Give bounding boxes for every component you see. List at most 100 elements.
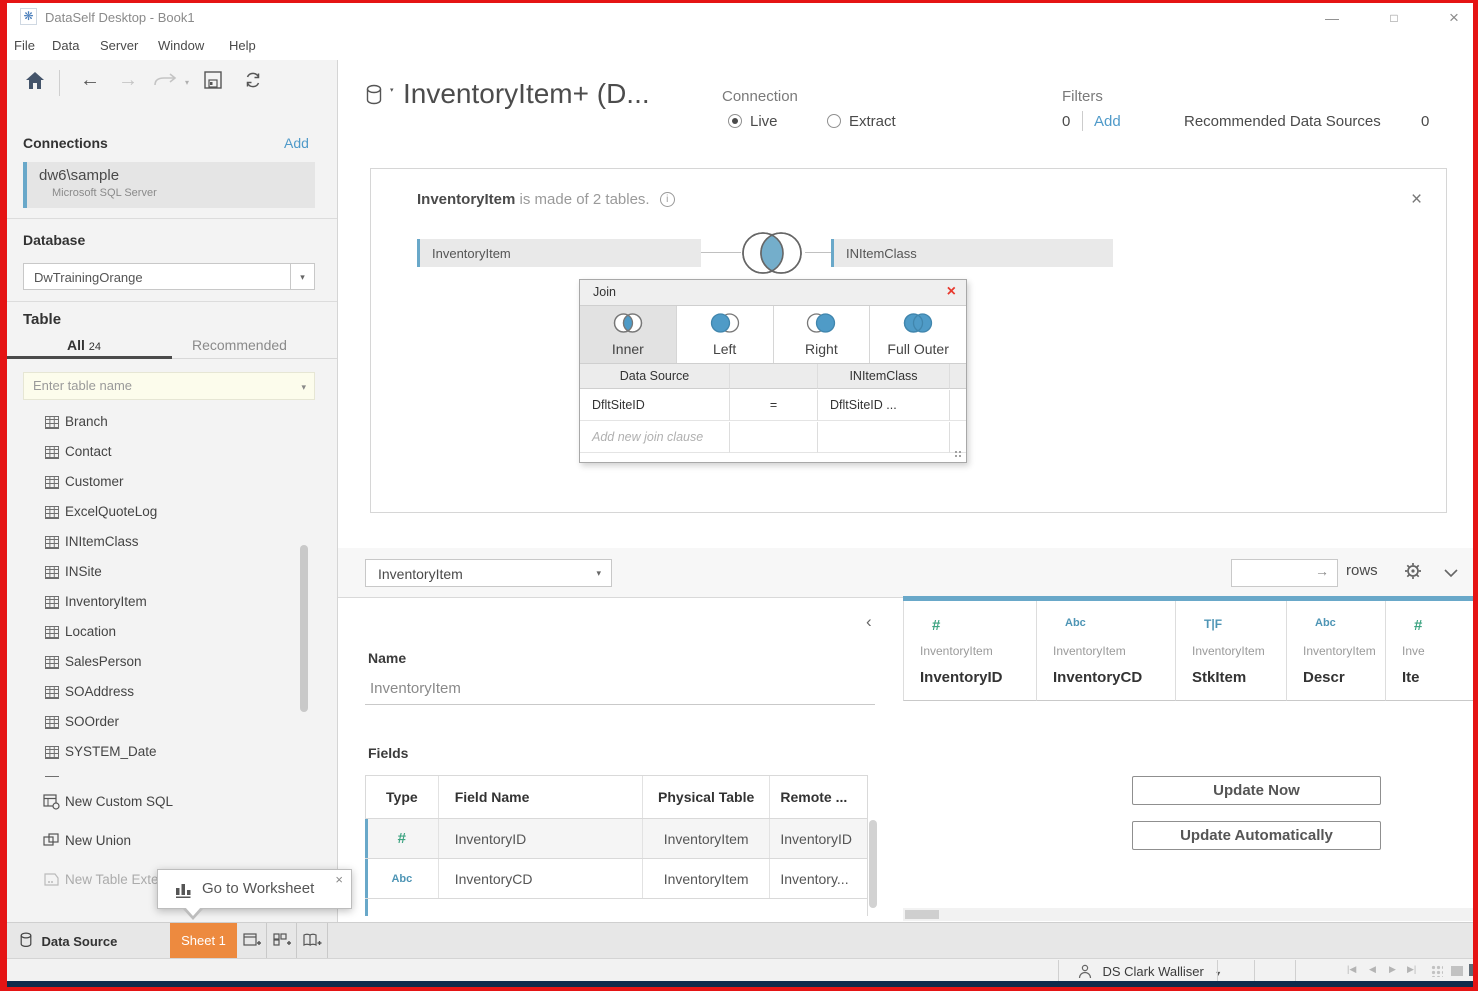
info-icon[interactable]: i <box>660 192 675 207</box>
save-icon[interactable] <box>204 71 223 95</box>
resize-grip-icon[interactable] <box>954 450 963 459</box>
menu-file[interactable]: File <box>14 38 35 53</box>
logical-table-right[interactable]: INItemClass <box>831 239 1113 267</box>
database-select[interactable]: DwTrainingOrange ▾ <box>23 263 315 290</box>
table-item-customer[interactable]: Customer <box>23 468 303 498</box>
connection-item[interactable]: dw6\sample Microsoft SQL Server <box>23 162 315 208</box>
table-item-soaddress[interactable]: SOAddress <box>23 678 303 708</box>
table-item-inventoryitem[interactable]: InventoryItem <box>23 588 303 618</box>
datasource-tab[interactable]: Data Source <box>20 932 117 951</box>
grid-column-inventoryid[interactable]: # InventoryItem InventoryID <box>903 597 1036 701</box>
last-page-icon[interactable]: ▶| <box>1407 964 1416 975</box>
canvas-close-icon[interactable]: × <box>1411 189 1422 211</box>
table-item-system-date[interactable]: SYSTEM_Date <box>23 738 303 768</box>
gear-icon[interactable] <box>1404 562 1422 585</box>
maximize-button[interactable]: □ <box>1379 7 1409 29</box>
redo-icon[interactable] <box>153 73 179 94</box>
radio-extract-label[interactable]: Extract <box>849 113 896 130</box>
fields-table: Type Field Name Physical Table Remote ..… <box>365 775 868 916</box>
chevron-down-icon[interactable]: ▾ <box>390 86 394 94</box>
back-icon[interactable]: ← <box>80 68 100 92</box>
fields-scrollbar[interactable] <box>869 820 877 908</box>
join-type-inner[interactable]: Inner <box>580 306 677 363</box>
update-now-button[interactable]: Update Now <box>1132 776 1381 805</box>
join-clause-left-field[interactable]: DfltSiteID <box>580 390 730 421</box>
new-union[interactable]: New Union <box>23 827 303 857</box>
radio-live[interactable] <box>728 114 742 128</box>
logical-table-left[interactable]: InventoryItem <box>417 239 701 267</box>
table-item-soorder[interactable]: SOOrder <box>23 708 303 738</box>
number-type-icon: # <box>932 617 940 634</box>
menu-help[interactable]: Help <box>229 38 256 53</box>
filters-add-link[interactable]: Add <box>1094 113 1121 130</box>
rows-limit-input[interactable]: → <box>1231 559 1338 587</box>
collapse-panel-icon[interactable]: ‹ <box>866 612 872 632</box>
next-page-icon[interactable]: ▶ <box>1389 964 1396 975</box>
name-value[interactable]: InventoryItem <box>370 680 461 697</box>
grid-view-icon[interactable] <box>1431 965 1443 977</box>
table-item-insite[interactable]: INSite <box>23 558 303 588</box>
chevron-down-icon[interactable]: ▾ <box>301 382 306 393</box>
join-type-right[interactable]: Right <box>774 306 871 363</box>
scroll-thumb[interactable] <box>905 910 939 919</box>
preview-table-select[interactable]: InventoryItem ▾ <box>365 559 612 587</box>
join-type-left[interactable]: Left <box>677 306 774 363</box>
new-custom-sql[interactable]: New Custom SQL <box>23 788 303 818</box>
field-row[interactable]: Abc InventoryCD InventoryItem Inventory.… <box>365 859 868 899</box>
sheet1-tab[interactable]: Sheet 1 <box>170 923 237 959</box>
table-item-branch[interactable]: Branch <box>23 408 303 438</box>
home-icon[interactable] <box>25 71 45 95</box>
new-worksheet-button[interactable] <box>237 923 267 959</box>
chevron-down-icon[interactable] <box>1444 565 1458 583</box>
table-item-salesperson[interactable]: SalesPerson <box>23 648 303 678</box>
split-view-icon[interactable] <box>1451 966 1463 976</box>
connections-add-link[interactable]: Add <box>284 135 309 151</box>
grid-column-stkitem[interactable]: T|F InventoryItem StkItem <box>1175 597 1286 701</box>
add-join-clause[interactable]: Add new join clause <box>580 422 730 453</box>
field-row[interactable]: # InventoryID InventoryItem InventoryID <box>365 819 868 859</box>
table-item-contact[interactable]: Contact <box>23 438 303 468</box>
grid-column-descr[interactable]: Abc InventoryItem Descr <box>1286 597 1385 701</box>
tooltip-close-icon[interactable]: × <box>335 872 343 887</box>
radio-extract[interactable] <box>827 114 841 128</box>
tab-all[interactable]: All 24 <box>67 337 101 353</box>
join-type-full-outer[interactable]: Full Outer <box>870 306 966 363</box>
join-clause-row[interactable]: DfltSiteID = DfltSiteID ... <box>580 390 966 421</box>
grid-horizontal-scrollbar[interactable] <box>903 908 1473 921</box>
statement-table-name: InventoryItem <box>417 191 515 208</box>
menu-data[interactable]: Data <box>52 38 79 53</box>
update-automatically-button[interactable]: Update Automatically <box>1132 821 1381 850</box>
table-item-initemclass[interactable]: INItemClass <box>23 528 303 558</box>
minimize-button[interactable]: — <box>1317 7 1347 29</box>
add-join-clause-row[interactable]: Add new join clause <box>580 422 966 453</box>
forward-icon[interactable]: → <box>118 68 138 92</box>
table-item-location[interactable]: Location <box>23 618 303 648</box>
new-dashboard-button[interactable] <box>267 923 297 959</box>
join-dialog-close-icon[interactable]: × <box>947 283 956 301</box>
menu-server[interactable]: Server <box>100 38 138 53</box>
refresh-icon[interactable] <box>243 70 263 95</box>
user-menu[interactable]: DS Clark Walliser ▾ <box>1078 963 1220 981</box>
table-search-input[interactable] <box>24 373 274 397</box>
tab-recommended[interactable]: Recommended <box>192 337 287 353</box>
go-to-worksheet-tooltip[interactable]: Go to Worksheet × <box>157 869 352 909</box>
arrow-right-icon[interactable]: → <box>1315 563 1329 579</box>
menu-window[interactable]: Window <box>158 38 204 53</box>
close-button[interactable]: × <box>1439 7 1469 29</box>
grid-column-inventorycd[interactable]: Abc InventoryItem InventoryCD <box>1036 597 1175 701</box>
datasource-title[interactable]: InventoryItem+ (D... <box>403 78 650 110</box>
first-page-icon[interactable]: |◀ <box>1347 964 1356 975</box>
join-clause-right-field[interactable]: DfltSiteID ... <box>818 390 950 421</box>
prev-page-icon[interactable]: ◀ <box>1369 964 1376 975</box>
redo-caret-icon[interactable]: ▾ <box>185 78 189 87</box>
datasource-cylinder-icon[interactable] <box>366 84 384 113</box>
table-item-partial[interactable] <box>23 768 303 777</box>
radio-live-label[interactable]: Live <box>750 113 778 130</box>
sheet-tab-bar: Data Source Sheet 1 <box>7 922 1473 958</box>
join-clause-operator[interactable]: = <box>730 390 818 421</box>
grid-column-partial[interactable]: # Inve Ite <box>1385 597 1473 701</box>
join-venn-icon[interactable] <box>739 228 805 283</box>
table-item-excelquotelog[interactable]: ExcelQuoteLog <box>23 498 303 528</box>
sidebar-scrollbar[interactable] <box>300 545 308 712</box>
new-story-button[interactable] <box>297 923 328 959</box>
